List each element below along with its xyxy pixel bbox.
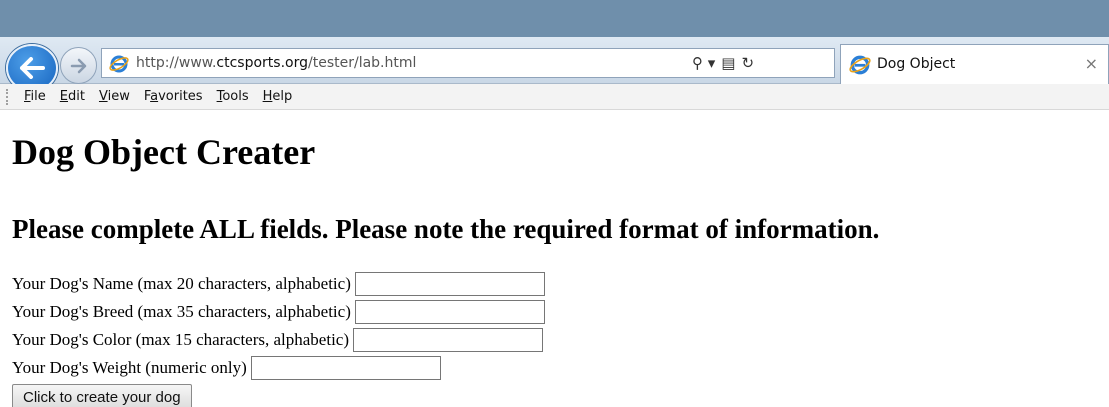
address-url[interactable]: http://www.ctcsports.org/tester/lab.html	[136, 49, 416, 77]
menu-item-file[interactable]: File	[17, 89, 53, 104]
menu-item-help[interactable]: Help	[256, 89, 300, 104]
tab-dog-object[interactable]: Dog Object ×	[840, 44, 1109, 84]
compatibility-view-icon[interactable]: ▤	[721, 54, 735, 72]
internet-explorer-icon	[849, 55, 871, 75]
dog-form: Your Dog's Name (max 20 characters, alph…	[12, 270, 1102, 407]
url-prefix: http://www.	[136, 55, 217, 71]
search-icon[interactable]: ⚲ ▾	[692, 54, 715, 72]
arrow-right-icon	[70, 58, 86, 73]
dog-breed-input[interactable]	[354, 300, 545, 324]
window-titlebar	[0, 0, 1109, 37]
field-row-weight: Your Dog's Weight (numeric only)	[12, 354, 1102, 382]
internet-explorer-icon	[109, 55, 129, 73]
field-row-color: Your Dog's Color (max 15 characters, alp…	[12, 326, 1102, 354]
dog-color-label: Your Dog's Color (max 15 characters, alp…	[12, 330, 349, 349]
page-title: Dog Object Creater	[12, 132, 316, 172]
create-dog-button[interactable]: Click to create your dog	[12, 384, 192, 407]
field-row-breed: Your Dog's Breed (max 35 characters, alp…	[12, 298, 1102, 326]
browser-chrome: http://www.ctcsports.org/tester/lab.html…	[0, 0, 1109, 110]
dog-name-label: Your Dog's Name (max 20 characters, alph…	[12, 274, 351, 293]
forward-button[interactable]	[60, 47, 97, 84]
dog-name-input[interactable]	[354, 272, 545, 296]
menu-item-edit[interactable]: Edit	[53, 89, 92, 104]
url-path: /tester/lab.html	[308, 55, 417, 71]
menu-item-favorites[interactable]: Favorites	[137, 89, 210, 104]
menu-grip	[6, 88, 11, 105]
page-instructions: Please complete ALL fields. Please note …	[12, 214, 880, 244]
field-row-name: Your Dog's Name (max 20 characters, alph…	[12, 270, 1102, 298]
dog-weight-input[interactable]	[250, 356, 441, 380]
url-domain: ctcsports.org	[216, 55, 308, 71]
menu-item-tools[interactable]: Tools	[210, 89, 256, 104]
address-bar[interactable]: http://www.ctcsports.org/tester/lab.html…	[101, 48, 835, 78]
arrow-left-icon	[20, 57, 45, 79]
page-content: Dog Object Creater Please complete ALL f…	[12, 112, 1102, 407]
dog-breed-label: Your Dog's Breed (max 35 characters, alp…	[12, 302, 351, 321]
address-tools: ⚲ ▾ ▤ ↻	[692, 49, 754, 77]
refresh-icon[interactable]: ↻	[741, 54, 754, 72]
dog-color-input[interactable]	[353, 328, 543, 352]
menu-bar: File Edit View Favorites Tools Help	[0, 84, 1109, 110]
dog-weight-label: Your Dog's Weight (numeric only)	[12, 358, 247, 377]
close-icon[interactable]: ×	[1085, 45, 1098, 83]
menu-item-view[interactable]: View	[92, 89, 137, 104]
tab-title: Dog Object	[877, 56, 956, 72]
